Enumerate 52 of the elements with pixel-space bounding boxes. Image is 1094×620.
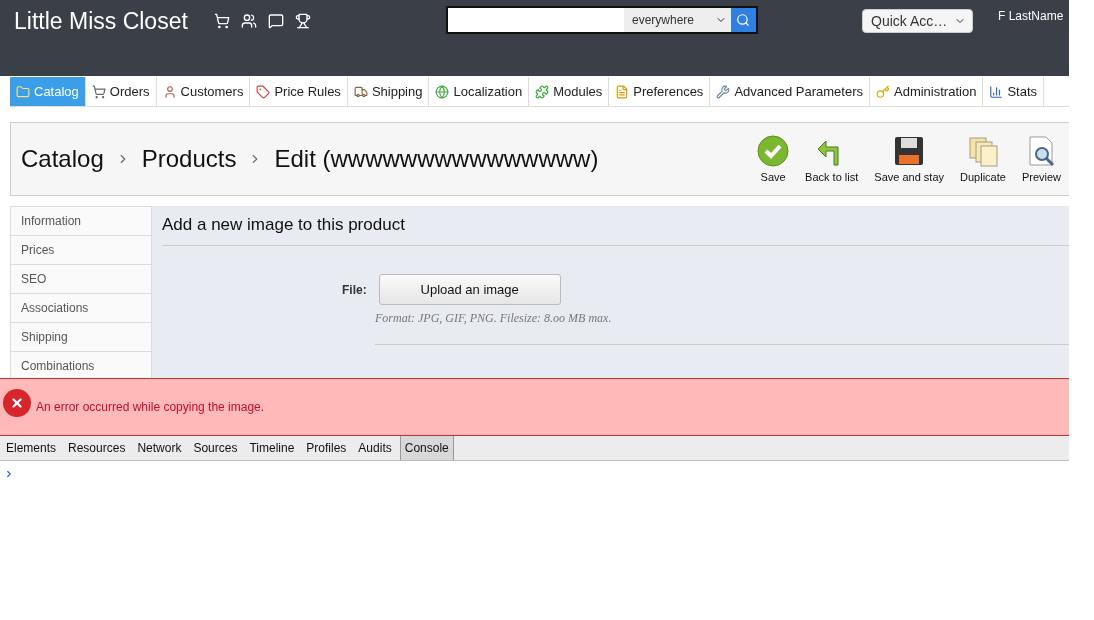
speech-bubble-icon[interactable] xyxy=(268,13,284,29)
toolbar-button[interactable]: Duplicate xyxy=(952,135,1014,183)
tag-icon xyxy=(256,84,271,99)
breadcrumb-item[interactable]: Products xyxy=(141,145,237,173)
breadcrumb-item[interactable]: Catalog xyxy=(21,145,104,173)
cart-icon[interactable] xyxy=(214,13,230,29)
trophy-icon[interactable] xyxy=(295,13,311,29)
key-icon xyxy=(876,84,890,99)
search-scope-dropdown[interactable]: everywhere xyxy=(624,8,731,32)
quick-access-dropdown[interactable]: Quick Acc… xyxy=(862,9,973,33)
devtools-tab[interactable]: Timeline xyxy=(245,436,299,460)
devtools-tab[interactable]: Network xyxy=(133,436,186,460)
document-icon xyxy=(615,84,630,99)
people-icon[interactable] xyxy=(241,13,257,29)
sidebar-item[interactable]: Information xyxy=(11,206,151,235)
toolbar-button[interactable]: Save and stay xyxy=(866,135,952,183)
upload-button[interactable]: Upload an image xyxy=(378,274,561,305)
error-message: An error occurred while copying the image. xyxy=(36,400,265,414)
error-icon xyxy=(3,389,31,417)
devtools-tab[interactable]: Elements xyxy=(2,436,61,460)
devtools-tab[interactable]: Profiles xyxy=(302,436,351,460)
devtools-tab[interactable]: Audits xyxy=(354,436,396,460)
documents-icon xyxy=(966,135,999,167)
shop-name: Little Miss Closet xyxy=(14,8,189,35)
devtools-tab[interactable]: Resources xyxy=(64,436,130,460)
globe-icon xyxy=(435,84,450,99)
search-button[interactable] xyxy=(730,8,756,32)
devtools-tab[interactable]: Sources xyxy=(189,436,242,460)
format-hint: Format: JPG, GIF, PNG. Filesize: 8.oo MB max. xyxy=(375,311,1069,345)
toolbar-button[interactable]: Save xyxy=(749,135,798,183)
sidebar-item[interactable]: Combinations xyxy=(11,351,151,378)
sidebar-item[interactable]: SEO xyxy=(11,264,151,293)
search-icon xyxy=(736,13,751,27)
bar-chart-icon xyxy=(989,84,1004,99)
prompt-icon xyxy=(4,469,14,479)
toolbar-button[interactable]: Preview xyxy=(1013,135,1069,183)
sidebar-item[interactable]: Shipping xyxy=(11,322,151,351)
person-icon xyxy=(162,84,177,99)
cart-icon xyxy=(91,84,106,99)
toolbar-button[interactable]: Back to list xyxy=(797,135,867,183)
puzzle-icon xyxy=(535,84,550,99)
devtools-tab[interactable]: Console xyxy=(399,436,454,460)
breadcrumb-item: Edit (wwwwwwwwwwwwwww) xyxy=(274,145,599,173)
checkmark-icon xyxy=(757,135,790,167)
wrench-icon xyxy=(716,84,731,99)
sidebar-item[interactable]: Associations xyxy=(11,293,151,322)
file-label: File: xyxy=(342,282,367,297)
folder-icon xyxy=(16,84,30,99)
truck-icon xyxy=(353,84,368,99)
sidebar-item[interactable]: Prices xyxy=(11,235,151,264)
user-name[interactable]: F LastName xyxy=(998,9,1064,23)
panel-title: Add a new image to this product xyxy=(162,206,1069,246)
